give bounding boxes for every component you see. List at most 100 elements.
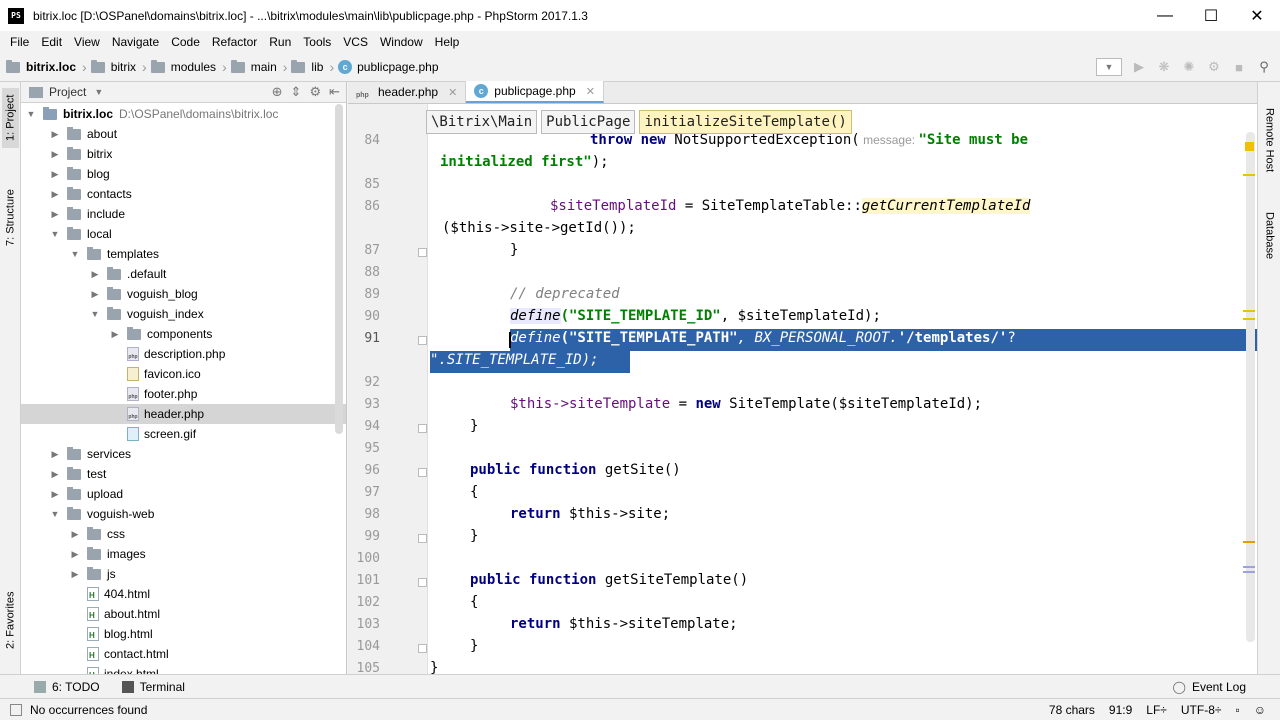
close-button[interactable]: ✕: [1234, 0, 1280, 31]
chevron-down-icon[interactable]: ▼: [94, 87, 103, 97]
chevron-down-icon[interactable]: ▼: [69, 249, 81, 259]
error-stripe-mark[interactable]: [1243, 571, 1255, 573]
search-icon[interactable]: ⚲: [1256, 59, 1272, 75]
chevron-down-icon[interactable]: ▼: [89, 309, 101, 319]
chevron-down-icon[interactable]: ▼: [49, 509, 61, 519]
tree-root[interactable]: ▼ bitrix.loc D:\OSPanel\domains\bitrix.l…: [21, 104, 346, 124]
tree-item[interactable]: contact.html: [21, 644, 346, 664]
fold-marker[interactable]: [418, 644, 427, 653]
status-position[interactable]: 91:9: [1109, 703, 1132, 717]
fold-marker[interactable]: [418, 424, 427, 433]
chevron-right-icon[interactable]: ▶: [49, 129, 61, 140]
lock-icon[interactable]: ▫: [1235, 703, 1239, 717]
tree-item[interactable]: php footer.php: [21, 384, 346, 404]
menu-file[interactable]: File: [4, 35, 35, 49]
tree-item[interactable]: ▶ voguish_blog: [21, 284, 346, 304]
menu-tools[interactable]: Tools: [297, 35, 337, 49]
fold-marker[interactable]: [418, 578, 427, 587]
tool-tab-todo[interactable]: 6: TODO: [34, 680, 100, 694]
profile-icon[interactable]: ⚙: [1206, 59, 1222, 75]
breadcrumb-method[interactable]: initializeSiteTemplate(): [639, 110, 852, 134]
nav-crumb-bitrix[interactable]: bitrix ›: [90, 59, 147, 75]
nav-crumb-root[interactable]: bitrix.loc ›: [6, 59, 87, 75]
fold-marker[interactable]: [418, 248, 427, 257]
chevron-right-icon[interactable]: ▶: [69, 549, 81, 560]
gear-icon[interactable]: ⚙: [309, 84, 321, 100]
chevron-right-icon[interactable]: ▶: [49, 189, 61, 200]
coverage-icon[interactable]: ✺: [1181, 59, 1197, 75]
tree-item[interactable]: ▶ contacts: [21, 184, 346, 204]
tree-item[interactable]: ▶ css: [21, 524, 346, 544]
menu-window[interactable]: Window: [374, 35, 429, 49]
nav-crumb-main[interactable]: main ›: [230, 59, 287, 75]
tool-tab-structure[interactable]: 7: Structure: [2, 178, 19, 258]
tree-item[interactable]: ▼ voguish-web: [21, 504, 346, 524]
tree-item[interactable]: about.html: [21, 604, 346, 624]
stop-icon[interactable]: ■: [1231, 59, 1247, 75]
tree-item[interactable]: php header.php: [21, 404, 346, 424]
tree-item[interactable]: ▼ voguish_index: [21, 304, 346, 324]
chevron-right-icon[interactable]: ▶: [49, 149, 61, 160]
chevron-right-icon[interactable]: ▶: [69, 529, 81, 540]
tree-item[interactable]: ▶ images: [21, 544, 346, 564]
fold-marker[interactable]: [418, 336, 427, 345]
status-encoding[interactable]: UTF-8÷: [1181, 703, 1222, 717]
tab-header-php[interactable]: php header.php ✕: [348, 81, 467, 103]
breadcrumb-namespace[interactable]: \Bitrix\Main: [426, 110, 538, 134]
project-view-selector[interactable]: Project: [49, 85, 86, 99]
tree-item[interactable]: index.html: [21, 664, 346, 674]
menu-view[interactable]: View: [68, 35, 106, 49]
run-config-dropdown[interactable]: ▼: [1096, 58, 1122, 76]
tree-item[interactable]: ▶ include: [21, 204, 346, 224]
hide-icon[interactable]: ⇤: [329, 84, 340, 100]
tree-item[interactable]: ▶ js: [21, 564, 346, 584]
chevron-right-icon[interactable]: ▶: [49, 209, 61, 220]
chevron-right-icon[interactable]: ▶: [49, 169, 61, 180]
minimize-button[interactable]: —: [1142, 0, 1188, 31]
tool-windows-icon[interactable]: [10, 703, 22, 716]
status-line-separator[interactable]: LF÷: [1146, 703, 1167, 717]
tree-item[interactable]: screen.gif: [21, 424, 346, 444]
tree-item[interactable]: ▼ local: [21, 224, 346, 244]
tool-tab-database[interactable]: Database: [1261, 212, 1278, 272]
maximize-button[interactable]: ☐: [1188, 0, 1234, 31]
close-icon[interactable]: ✕: [448, 86, 457, 99]
code-editor[interactable]: \Bitrix\Main PublicPage initializeSiteTe…: [348, 104, 1257, 674]
tree-item[interactable]: ▶ .default: [21, 264, 346, 284]
chevron-right-icon[interactable]: ▶: [49, 449, 61, 460]
chevron-right-icon[interactable]: ▶: [89, 269, 101, 280]
chevron-right-icon[interactable]: ▶: [109, 329, 121, 340]
close-icon[interactable]: ✕: [586, 85, 595, 98]
chevron-right-icon[interactable]: ▶: [49, 489, 61, 500]
locate-icon[interactable]: ⊕: [272, 84, 283, 100]
menu-refactor[interactable]: Refactor: [206, 35, 263, 49]
tree-item[interactable]: ▶ bitrix: [21, 144, 346, 164]
tool-tab-project[interactable]: 1: Project: [2, 88, 19, 148]
tree-item[interactable]: ▶ test: [21, 464, 346, 484]
chevron-right-icon[interactable]: ▶: [69, 569, 81, 580]
nav-crumb-file[interactable]: c publicpage.php: [338, 60, 439, 74]
breadcrumb-class[interactable]: PublicPage: [541, 110, 636, 134]
inspector-icon[interactable]: ☺: [1254, 703, 1266, 717]
tree-item[interactable]: ▶ blog: [21, 164, 346, 184]
tool-tab-terminal[interactable]: Terminal: [121, 680, 185, 694]
tree-item[interactable]: blog.html: [21, 624, 346, 644]
tree-scrollbar[interactable]: [335, 104, 343, 434]
menu-code[interactable]: Code: [165, 35, 206, 49]
fold-marker[interactable]: [418, 468, 427, 477]
error-stripe-mark[interactable]: [1243, 541, 1255, 543]
menu-run[interactable]: Run: [263, 35, 297, 49]
chevron-right-icon[interactable]: ▶: [49, 469, 61, 480]
error-stripe-mark[interactable]: [1243, 566, 1255, 568]
tool-tab-remote-host[interactable]: Remote Host: [1261, 108, 1278, 178]
tree-item[interactable]: ▶ services: [21, 444, 346, 464]
tree-item[interactable]: 404.html: [21, 584, 346, 604]
chevron-right-icon[interactable]: ▶: [89, 289, 101, 300]
tree-item[interactable]: favicon.ico: [21, 364, 346, 384]
run-icon[interactable]: ▶: [1131, 59, 1147, 75]
tool-tab-favorites[interactable]: 2: Favorites: [2, 582, 19, 658]
tree-item[interactable]: ▶ components: [21, 324, 346, 344]
tree-item[interactable]: php description.php: [21, 344, 346, 364]
error-stripe-mark[interactable]: [1243, 174, 1255, 176]
debug-icon[interactable]: ❋: [1156, 59, 1172, 75]
